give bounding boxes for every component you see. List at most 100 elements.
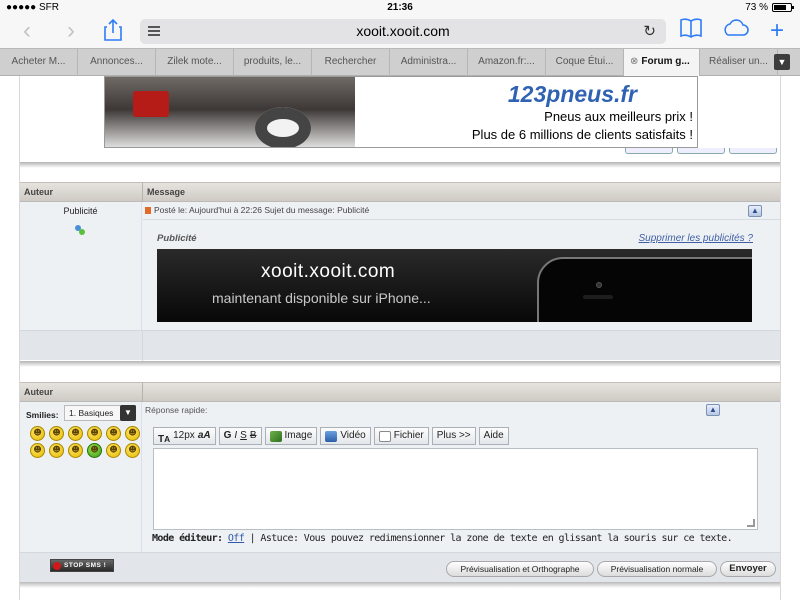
smiley-sick-icon[interactable]: ☻ [87, 443, 102, 458]
tab[interactable]: Administra... [390, 49, 468, 76]
web-page: 123pneus.fr Pneus aux meilleurs prix ! P… [0, 76, 800, 600]
iphone-image [537, 257, 752, 322]
post-author-name: Publicité [63, 206, 98, 216]
video-label: Vidéo [340, 430, 366, 441]
image-button[interactable]: Image [264, 427, 318, 445]
send-button[interactable]: Envoyer [720, 561, 776, 577]
smiley-icon[interactable]: ☻ [68, 426, 83, 441]
video-button[interactable]: Vidéo [320, 427, 371, 445]
section-separator [20, 162, 780, 168]
post-meta: Posté le: Aujourd'hui à 22:26 Sujet du m… [145, 205, 369, 215]
smiley-tongue-icon[interactable]: ☻ [125, 426, 140, 441]
smiley-icon[interactable]: ☻ [30, 426, 45, 441]
smilies-label: Smilies: [26, 410, 59, 420]
close-tab-icon[interactable]: ⊗ [630, 56, 638, 67]
image-icon [269, 430, 282, 442]
more-button[interactable]: Plus >> [431, 427, 476, 445]
truncated-button[interactable] [729, 148, 777, 154]
cloud-tabs-icon[interactable] [720, 18, 750, 46]
post-row: Publicité Posté le: Aujourd'hui à 22:26 … [20, 202, 780, 330]
header-divider [142, 383, 143, 402]
underline-button[interactable]: S [240, 428, 247, 444]
tab[interactable]: Rechercher [312, 49, 390, 76]
message-textarea[interactable] [153, 448, 758, 530]
tip-text: | Astuce: Vous pouvez redimensionner la … [244, 533, 733, 544]
status-bar: ●●●●● SFR 21:36 73 % [0, 0, 800, 16]
url-text[interactable]: xooit.xooit.com [140, 23, 666, 39]
bookmarks-icon[interactable] [676, 18, 706, 46]
tab[interactable]: Annonces... [78, 49, 156, 76]
post-icon [145, 207, 151, 214]
share-icon[interactable] [98, 18, 128, 46]
italic-button[interactable]: I [234, 428, 237, 444]
back-icon[interactable]: ‹ [12, 18, 42, 46]
font-size-button[interactable]: TA 12px aA [153, 427, 216, 445]
tab-active[interactable]: ⊗ Forum g... [624, 49, 700, 76]
tab[interactable]: Zilek mote... [156, 49, 234, 76]
address-bar[interactable]: xooit.xooit.com ↻ [140, 19, 666, 44]
bold-button[interactable]: G [224, 428, 232, 444]
chevron-down-icon[interactable]: ▼ [120, 405, 136, 421]
truncated-button[interactable] [677, 148, 725, 154]
font-size-value: 12px [173, 430, 195, 441]
file-label: Fichier [393, 430, 424, 441]
smiley-icon[interactable]: ☻ [125, 443, 140, 458]
footer-divider [142, 331, 143, 361]
video-icon [325, 430, 338, 442]
smiley-icon[interactable]: ☻ [49, 426, 64, 441]
tab[interactable]: Réaliser un... [700, 49, 778, 76]
quick-reply-panel: Smilies: 1. Basiques ▼ ☻ ☻ ☻ ☻ ☻ ☻ ☻ ☻ ☻… [20, 402, 780, 576]
battery-percent: 73 % [745, 2, 768, 13]
chevron-down-icon[interactable]: ▼ [774, 54, 790, 70]
tab[interactable]: Amazon.fr:... [468, 49, 546, 76]
preview-spell-button[interactable]: Prévisualisation et Orthographe [446, 561, 594, 577]
reload-icon[interactable]: ↻ [643, 22, 656, 40]
smiley-grid: ☻ ☻ ☻ ☻ ☻ ☻ ☻ ☻ ☻ ☻ ☻ ☻ [30, 426, 140, 458]
tab[interactable]: Coque Étui... [546, 49, 624, 76]
ad-banner-123pneus[interactable]: 123pneus.fr Pneus aux meilleurs prix ! P… [104, 76, 698, 148]
format-buttons: G I S B [218, 427, 262, 445]
smiley-icon[interactable]: ☻ [30, 443, 45, 458]
iphone-app-banner[interactable]: xooit.xooit.com maintenant disponible su… [157, 249, 752, 322]
back-to-top-icon[interactable]: ▲ [748, 205, 762, 217]
strike-button[interactable]: B [250, 428, 257, 444]
header-divider [142, 183, 143, 202]
smiley-sad-icon[interactable]: ☻ [49, 443, 64, 458]
help-button[interactable]: Aide [478, 427, 509, 445]
smiley-icon[interactable]: ☻ [106, 443, 121, 458]
ad-text-panel: 123pneus.fr Pneus aux meilleurs prix ! P… [355, 77, 697, 147]
resize-grip-icon[interactable] [747, 519, 755, 527]
smiley-icon[interactable]: ☻ [68, 443, 83, 458]
forward-icon[interactable]: › [56, 18, 86, 46]
smiley-cool-icon[interactable]: ☻ [87, 426, 102, 441]
post-table-header: Auteur Message [20, 182, 780, 202]
new-tab-icon[interactable]: + [762, 18, 792, 46]
file-button[interactable]: Fichier [373, 427, 429, 445]
tab[interactable]: produits, le... [234, 49, 312, 76]
ad-section-title: Publicité [157, 233, 197, 244]
mode-toggle-link[interactable]: Off [228, 533, 245, 544]
preview-button[interactable]: Prévisualisation normale [597, 561, 717, 577]
truncated-button[interactable] [625, 148, 673, 154]
back-to-top-icon[interactable]: ▲ [706, 404, 720, 416]
user-status-icon [75, 225, 85, 235]
smiley-icon[interactable]: ☻ [106, 426, 121, 441]
tab[interactable]: Acheter M... [0, 49, 78, 76]
editor-toolbar: TA 12px aA G I S B Image Vidéo Fichier Plu… [153, 427, 509, 445]
smilies-set-select[interactable]: 1. Basiques ▼ [64, 405, 136, 421]
remove-ads-link[interactable]: Supprimer les publicités ? [639, 233, 754, 244]
tab-bar: Acheter M... Annonces... Zilek mote... p… [0, 48, 800, 76]
battery-fill [774, 5, 786, 10]
clock: 21:36 [387, 2, 413, 13]
battery-icon [772, 3, 794, 12]
reply-actions: STOP SMS ! Prévisualisation et Orthograp… [20, 552, 780, 582]
post-content: Publicité Supprimer les publicités ? xoo… [143, 220, 780, 330]
col-author-header: Auteur [24, 187, 53, 197]
ad-line-2: Plus de 6 millions de clients satisfaits… [471, 127, 693, 142]
ad-line-1: Pneus aux meilleurs prix ! [544, 109, 693, 124]
smilies-panel: Smilies: 1. Basiques ▼ ☻ ☻ ☻ ☻ ☻ ☻ ☻ ☻ ☻… [20, 402, 142, 576]
text-format-icon: TA [158, 433, 171, 445]
mode-label: Mode éditeur: [152, 533, 223, 544]
stop-sms-badge[interactable]: STOP SMS ! [50, 559, 114, 572]
post-author-cell: Publicité [20, 202, 142, 330]
